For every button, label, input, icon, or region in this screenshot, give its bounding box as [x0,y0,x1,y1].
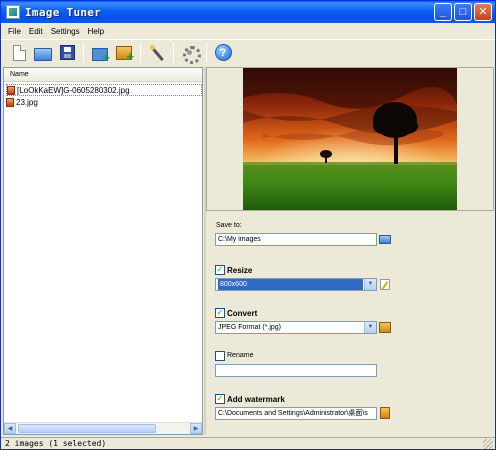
scroll-right-icon[interactable]: ▶ [190,423,202,434]
resize-grip-icon[interactable] [483,439,493,449]
settings-panel: Save to: C:\My images ✓ Resize 800x600 ▼… [206,213,494,435]
toolbar-separator [206,42,207,63]
menu-bar: File Edit Settings Help [1,23,495,39]
list-item[interactable]: [LoOkKaEW]G-0605280302.jpg [6,84,202,96]
toolbar-separator [140,42,141,63]
open-button[interactable] [32,42,54,64]
file-list[interactable]: Name [LoOkKaEW]G-0605280302.jpg 23.jpg ◀… [3,67,203,435]
caption-buttons: _ □ ✕ [434,3,492,21]
save-to-label: Save to: [216,222,242,229]
preview-image [243,68,457,210]
new-button[interactable] [8,42,30,64]
add-images-button[interactable] [113,42,135,64]
scroll-thumb[interactable] [18,424,156,433]
status-text: 2 images (1 selected) [5,439,107,448]
menu-help[interactable]: Help [87,27,105,36]
convert-label: Convert [227,309,258,318]
convert-checkbox[interactable]: ✓ [215,308,225,318]
browse-folder-button[interactable] [378,233,392,245]
menu-settings[interactable]: Settings [50,27,81,36]
watermark-field[interactable]: C:\Documents and Settings\Administrator\… [215,407,377,420]
add-folder-button[interactable] [89,42,111,65]
maximize-button[interactable]: □ [454,3,472,21]
convert-select[interactable]: JPEG Format (*.jpg) ▼ [215,321,377,334]
app-icon [6,5,20,19]
list-item[interactable]: 23.jpg [6,96,202,108]
menu-edit[interactable]: Edit [28,27,44,36]
save-to-field[interactable]: C:\My images [215,233,377,246]
close-button[interactable]: ✕ [474,3,492,21]
resize-label: Resize [227,266,253,275]
watermark-icon [380,407,390,419]
resize-edit-button[interactable] [378,278,392,290]
menu-file[interactable]: File [7,27,22,36]
options-button[interactable] [179,42,201,64]
resize-select[interactable]: 800x600 ▼ [215,278,377,291]
gear-icon [181,44,201,64]
save-button[interactable] [56,42,78,64]
watermark-browse-button[interactable] [378,407,392,419]
scroll-left-icon[interactable]: ◀ [4,423,16,434]
file-name: 23.jpg [16,97,38,107]
status-bar: 2 images (1 selected) [1,437,495,449]
file-name: [LoOkKaEW]G-0605280302.jpg [17,85,130,95]
rename-checkbox[interactable] [215,351,225,361]
toolbar: ? [1,39,495,65]
horizontal-scrollbar[interactable]: ◀ ▶ [4,422,202,434]
save-icon [59,45,75,60]
rename-field[interactable] [215,364,377,377]
app-window: Image Tuner _ □ ✕ File Edit Settings Hel… [0,0,496,450]
column-header-name[interactable]: Name [4,68,202,82]
add-images-icon [116,45,134,64]
toolbar-separator [83,42,84,63]
format-settings-icon [379,321,391,333]
toolbar-separator [173,42,174,63]
resize-checkbox[interactable]: ✓ [215,265,225,275]
image-preview-pane [206,67,494,211]
edit-icon [380,278,390,290]
watermark-checkbox[interactable]: ✓ [215,394,225,404]
rename-label: Rename [227,352,254,359]
image-file-icon [7,85,15,95]
image-file-icon [6,97,14,107]
minimize-button[interactable]: _ [434,3,452,21]
watermark-label: Add watermark [227,395,285,404]
wand-icon [148,44,166,62]
title-bar[interactable]: Image Tuner _ □ ✕ [1,1,495,23]
add-folder-icon [92,47,110,65]
open-icon [34,47,52,61]
new-icon [12,44,26,61]
window-title: Image Tuner [25,5,102,19]
folder-icon [379,234,391,244]
process-button[interactable] [146,42,168,64]
resize-value: 800x600 [218,279,363,290]
help-icon: ? [214,44,232,61]
chevron-down-icon[interactable]: ▼ [364,322,376,333]
chevron-down-icon[interactable]: ▼ [364,279,376,290]
convert-value: JPEG Format (*.jpg) [218,324,282,331]
help-button[interactable]: ? [212,42,234,64]
convert-settings-button[interactable] [378,321,392,333]
